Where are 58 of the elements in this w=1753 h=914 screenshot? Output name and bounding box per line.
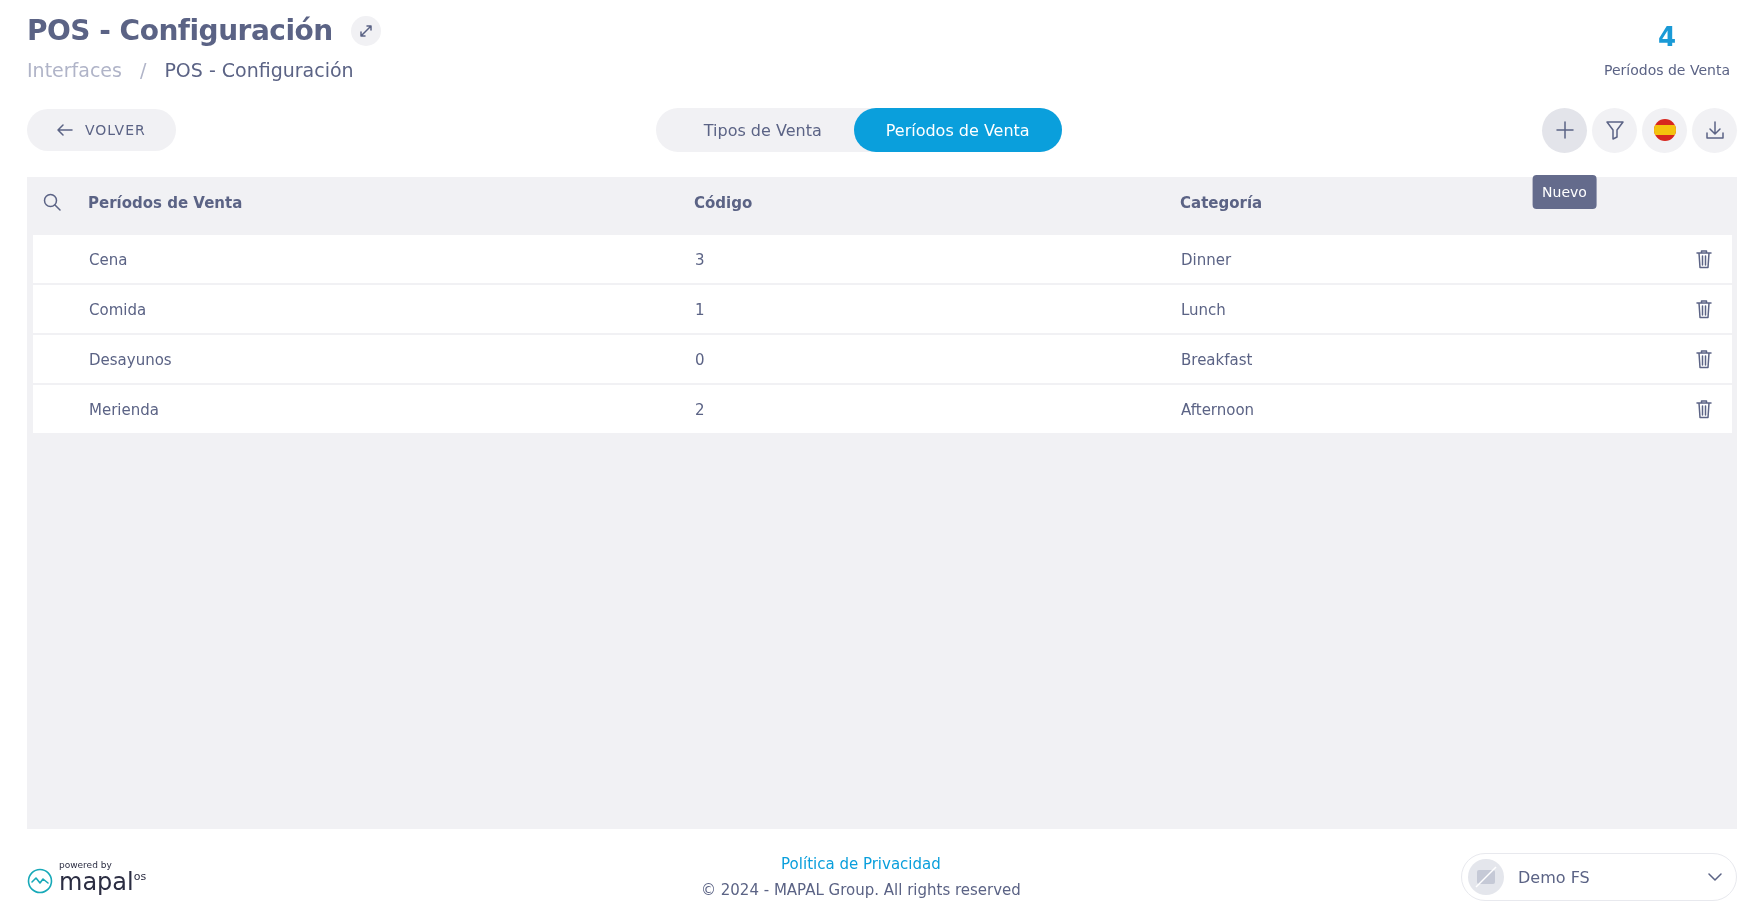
- delete-button[interactable]: [1696, 249, 1712, 269]
- filter-button[interactable]: [1592, 107, 1637, 153]
- trash-icon: [1696, 299, 1712, 319]
- counter-label: Períodos de Venta: [1604, 62, 1730, 78]
- expand-icon: [357, 22, 374, 39]
- table-row[interactable]: Desayunos 0 Breakfast: [33, 335, 1732, 383]
- table-cell: 3: [695, 250, 705, 269]
- table-cell: 0: [695, 350, 705, 369]
- column-header[interactable]: Categoría: [1180, 193, 1263, 212]
- delete-button[interactable]: [1696, 349, 1712, 369]
- trash-icon: [1696, 249, 1712, 269]
- table-cell: Afternoon: [1181, 400, 1255, 419]
- wave-icon: [27, 868, 53, 894]
- back-button[interactable]: VOLVER: [27, 109, 176, 151]
- account-selector[interactable]: Demo FS: [1461, 853, 1737, 901]
- table-cell: Merienda: [89, 400, 159, 419]
- table-cell: Comida: [89, 300, 147, 319]
- table-cell: Breakfast: [1181, 350, 1253, 369]
- spain-flag-icon: [1653, 119, 1676, 141]
- avatar-icon: [1468, 859, 1504, 895]
- delete-button[interactable]: [1696, 399, 1712, 419]
- delete-button[interactable]: [1696, 299, 1712, 319]
- table-cell: Desayunos: [89, 350, 172, 369]
- tab[interactable]: Períodos de Venta: [853, 108, 1062, 152]
- arrow-left-icon: [57, 124, 73, 136]
- plus-icon: [1554, 120, 1575, 140]
- download-button[interactable]: [1692, 107, 1737, 153]
- search-icon: [43, 193, 61, 211]
- tab[interactable]: Tipos de Venta: [655, 108, 854, 152]
- table-cell: Lunch: [1181, 300, 1226, 319]
- chevron-down-icon: [1708, 873, 1722, 881]
- breadcrumb-separator: /: [139, 59, 147, 81]
- trash-icon: [1696, 349, 1712, 369]
- trash-icon: [1696, 399, 1712, 419]
- account-name: Demo FS: [1518, 867, 1591, 887]
- table-cell: 2: [695, 400, 705, 419]
- column-header[interactable]: Períodos de Venta: [88, 193, 243, 212]
- language-button[interactable]: [1642, 107, 1687, 153]
- breadcrumb-current: POS - Configuración: [164, 59, 354, 81]
- brand-name: mapal: [59, 870, 134, 894]
- copyright-text: © 2024 - MAPAL Group. All rights reserved: [701, 881, 1021, 899]
- filter-icon: [1605, 120, 1624, 140]
- add-button[interactable]: [1542, 107, 1587, 153]
- download-icon: [1704, 120, 1725, 140]
- counter-value: 4: [1657, 22, 1677, 52]
- powered-by-text: powered by: [59, 860, 113, 870]
- table-row[interactable]: Cena 3 Dinner: [33, 235, 1732, 283]
- table-row[interactable]: Comida 1 Lunch: [33, 285, 1732, 333]
- table-cell: Dinner: [1181, 250, 1232, 269]
- table-row[interactable]: Merienda 2 Afternoon: [33, 385, 1732, 433]
- tooltip: Nuevo: [1532, 174, 1597, 209]
- table-cell: 1: [695, 300, 705, 319]
- brand-suffix: os: [133, 870, 147, 883]
- column-header[interactable]: Código: [694, 193, 753, 212]
- expand-button[interactable]: [350, 15, 381, 46]
- table-cell: Cena: [89, 250, 128, 269]
- page-title: POS - Configuración: [27, 14, 333, 47]
- privacy-link[interactable]: Política de Privacidad: [781, 855, 941, 873]
